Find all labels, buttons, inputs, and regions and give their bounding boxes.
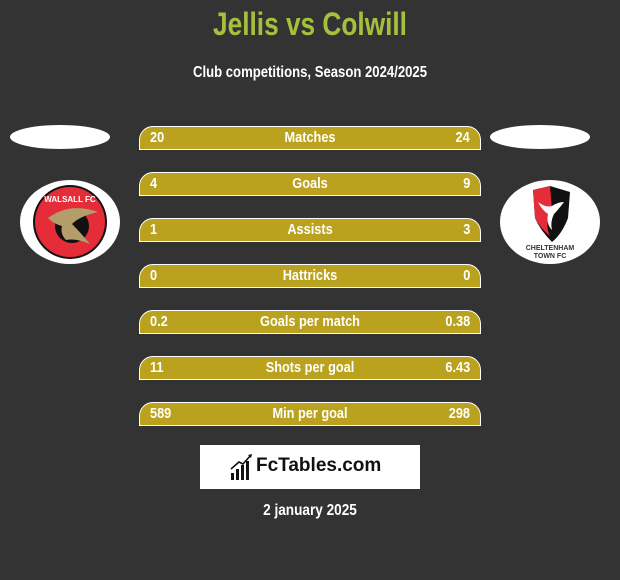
right-value: 0 [462, 267, 470, 284]
left-value: 1 [150, 221, 158, 238]
stat-label: Goals [292, 175, 328, 192]
competition-subtitle: Club competitions, Season 2024/2025 [192, 64, 428, 81]
right-player-oval [490, 125, 590, 149]
svg-text:WALSALL FC: WALSALL FC [44, 195, 96, 204]
stat-row-goals-per-match: 0.2 Goals per match 0.38 [139, 310, 481, 334]
cheltenham-town-logo[interactable]: CHELTENHAM TOWN FC [500, 180, 600, 264]
cheltenham-crest-icon: CHELTENHAM TOWN FC [526, 186, 575, 260]
date-label: 2 january 2025 [263, 502, 357, 519]
right-value: 9 [462, 175, 470, 192]
stat-row-matches: 20 Matches 24 [139, 126, 481, 150]
bar-chart-logo-icon [230, 454, 252, 480]
left-value: 11 [150, 359, 164, 376]
right-value: 24 [455, 129, 470, 146]
svg-text:TOWN FC: TOWN FC [534, 253, 567, 260]
walsall-crest-icon: WALSALL FC [33, 185, 107, 259]
stat-row-shots-per-goal: 11 Shots per goal 6.43 [139, 356, 481, 380]
left-value: 4 [150, 175, 158, 192]
left-player-oval [10, 125, 110, 149]
stat-row-min-per-goal: 589 Min per goal 298 [139, 402, 481, 426]
left-value: 20 [150, 129, 165, 146]
walsall-fc-logo[interactable]: WALSALL FC [20, 180, 120, 264]
stat-row-goals: 4 Goals 9 [139, 172, 481, 196]
stat-label: Shots per goal [265, 359, 355, 376]
stat-label: Hattricks [282, 267, 338, 284]
page-title: Jellis vs Colwill [213, 6, 407, 42]
right-value: 3 [462, 221, 470, 238]
brand-name: FcTables.com [256, 455, 382, 476]
fctables-brand-link[interactable]: FcTables.com [200, 445, 420, 489]
svg-text:CHELTENHAM: CHELTENHAM [526, 245, 575, 252]
stat-label: Assists [287, 221, 333, 238]
right-value: 6.43 [445, 359, 470, 376]
right-value: 0.38 [445, 313, 470, 330]
stat-row-hattricks: 0 Hattricks 0 [139, 264, 481, 288]
stat-label: Matches [284, 129, 336, 146]
stat-row-assists: 1 Assists 3 [139, 218, 481, 242]
right-value: 298 [448, 405, 470, 422]
stat-label: Goals per match [260, 313, 360, 330]
stat-label: Min per goal [272, 405, 348, 422]
left-value: 0 [150, 267, 158, 284]
